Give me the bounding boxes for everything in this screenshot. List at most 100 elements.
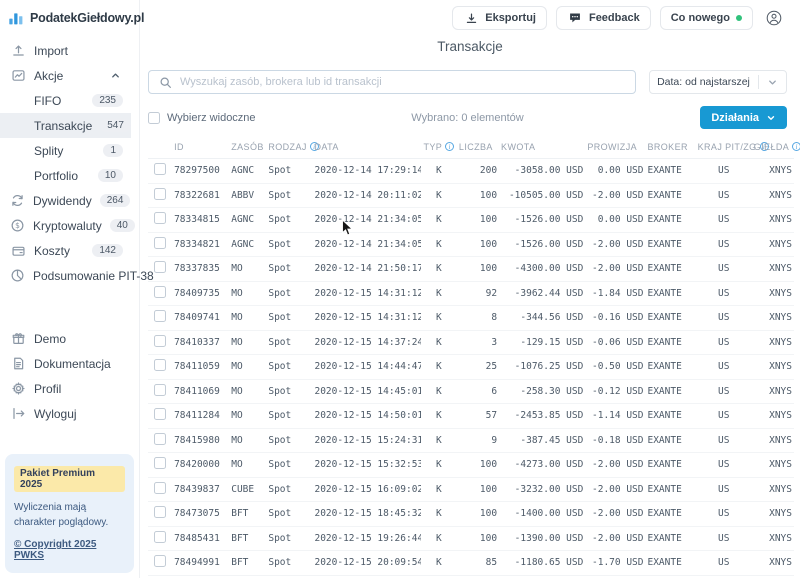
cell-liczba: 8 bbox=[457, 306, 499, 331]
sidebar-item-fifo[interactable]: FIFO235 bbox=[0, 88, 131, 113]
cell-gie-da: XNYS bbox=[752, 183, 794, 208]
sidebar-item-koszty[interactable]: Koszty142 bbox=[0, 238, 131, 263]
download-icon bbox=[463, 10, 479, 26]
copyright-link[interactable]: © Copyright 2025 PWKS bbox=[14, 539, 125, 561]
row-checkbox[interactable] bbox=[154, 506, 166, 518]
table-row: 78410337MOSpot2020-12-15 14:37:24K3-129.… bbox=[148, 330, 794, 355]
cell-gie-da: XNYS bbox=[752, 551, 794, 576]
row-checkbox-cell bbox=[148, 257, 172, 282]
cell-liczba: 25 bbox=[457, 355, 499, 380]
row-checkbox[interactable] bbox=[154, 286, 166, 298]
row-checkbox-cell bbox=[148, 330, 172, 355]
export-button[interactable]: Eksportuj bbox=[452, 6, 547, 30]
cell-broker: EXANTE bbox=[645, 208, 695, 233]
row-checkbox[interactable] bbox=[154, 482, 166, 494]
column-header-data[interactable]: DATA bbox=[312, 137, 420, 159]
costs-icon bbox=[10, 243, 26, 259]
cell-prowizja: -0.06 USD bbox=[585, 330, 645, 355]
column-header-zas-b[interactable]: ZASÓB bbox=[229, 137, 266, 159]
column-header-typ[interactable]: TYPi bbox=[421, 137, 457, 159]
cell-id: 78411069 bbox=[172, 379, 229, 404]
row-checkbox-cell bbox=[148, 183, 172, 208]
row-checkbox-cell bbox=[148, 453, 172, 478]
sidebar-item-portfolio[interactable]: Portfolio10 bbox=[0, 163, 131, 188]
sidebar-item-dokumentacja[interactable]: Dokumentacja bbox=[0, 351, 131, 376]
row-checkbox[interactable] bbox=[154, 163, 166, 175]
search-box bbox=[148, 70, 636, 94]
column-header-gie-da[interactable]: GIEŁDAi bbox=[752, 137, 794, 159]
info-icon[interactable]: i bbox=[792, 142, 800, 151]
row-checkbox[interactable] bbox=[154, 237, 166, 249]
document-icon bbox=[10, 356, 26, 372]
chevron-up-icon bbox=[107, 68, 123, 84]
sidebar-item-akcje[interactable]: Akcje bbox=[0, 63, 131, 88]
column-header-rodzaj[interactable]: RODZAJi bbox=[266, 137, 312, 159]
user-avatar-button[interactable] bbox=[762, 6, 786, 30]
cell-kraj-pit-zg: US bbox=[696, 330, 752, 355]
sidebar-item-splity[interactable]: Splity1 bbox=[0, 138, 131, 163]
sidebar-item-kryptowaluty[interactable]: $Kryptowaluty40 bbox=[0, 213, 131, 238]
column-header-kwota[interactable]: KWOTA bbox=[499, 137, 585, 159]
table-row: 78411284MOSpot2020-12-15 14:50:01K57-245… bbox=[148, 404, 794, 429]
row-checkbox[interactable] bbox=[154, 433, 166, 445]
cell-broker: EXANTE bbox=[645, 404, 695, 429]
info-icon[interactable]: i bbox=[445, 142, 454, 151]
sidebar-item-dywidendy[interactable]: Dywidendy264 bbox=[0, 188, 131, 213]
table-row: 78337835MOSpot2020-12-14 21:50:17K100-43… bbox=[148, 257, 794, 282]
cell-rodzaj: Spot bbox=[266, 502, 312, 527]
row-checkbox[interactable] bbox=[154, 212, 166, 224]
whats-new-button[interactable]: Co nowego bbox=[660, 6, 753, 30]
sidebar-item-profil[interactable]: Profil bbox=[0, 376, 131, 401]
app-logo[interactable]: PodatekGiełdowy.pl bbox=[0, 0, 139, 32]
cell-data: 2020-12-15 14:50:01 bbox=[312, 404, 420, 429]
table-row: 78415980MOSpot2020-12-15 15:24:31K9-387.… bbox=[148, 428, 794, 453]
sidebar-item-demo[interactable]: Demo bbox=[0, 326, 131, 351]
row-checkbox[interactable] bbox=[154, 408, 166, 420]
sidebar-item-label: Dywidendy bbox=[33, 194, 92, 208]
cell-broker: EXANTE bbox=[645, 477, 695, 502]
sidebar-footer-menu: DemoDokumentacjaProfilWyloguj bbox=[0, 326, 139, 426]
cell-kwota: -344.56 USD bbox=[499, 306, 585, 331]
cell-data: 2020-12-15 18:45:32 bbox=[312, 502, 420, 527]
column-header-id[interactable]: ID bbox=[172, 137, 229, 159]
cell-rodzaj: Spot bbox=[266, 526, 312, 551]
cell-liczba: 100 bbox=[457, 526, 499, 551]
row-checkbox[interactable] bbox=[154, 261, 166, 273]
sidebar-item-label: Akcje bbox=[34, 69, 63, 83]
row-checkbox[interactable] bbox=[154, 310, 166, 322]
row-checkbox[interactable] bbox=[154, 555, 166, 567]
column-header-broker[interactable]: BROKER bbox=[645, 137, 695, 159]
feedback-label: Feedback bbox=[589, 12, 640, 24]
search-input[interactable] bbox=[180, 76, 627, 88]
column-header-liczba[interactable]: LICZBA bbox=[457, 137, 499, 159]
row-checkbox[interactable] bbox=[154, 335, 166, 347]
cell-data: 2020-12-15 14:45:01 bbox=[312, 379, 420, 404]
cell-typ: K bbox=[421, 502, 457, 527]
cell-id: 78410337 bbox=[172, 330, 229, 355]
row-checkbox-cell bbox=[148, 281, 172, 306]
column-header-prowizja[interactable]: PROWIZJA bbox=[585, 137, 645, 159]
feedback-button[interactable]: Feedback bbox=[556, 6, 651, 30]
row-checkbox[interactable] bbox=[154, 384, 166, 396]
row-checkbox[interactable] bbox=[154, 457, 166, 469]
select-visible-checkbox[interactable] bbox=[148, 112, 160, 124]
cell-id: 78297500 bbox=[172, 159, 229, 184]
sidebar-item-import[interactable]: Import bbox=[0, 38, 131, 63]
cell-typ: K bbox=[421, 159, 457, 184]
cell-kraj-pit-zg: US bbox=[696, 453, 752, 478]
column-header-kraj-pit-zg[interactable]: KRAJ PIT/ZGi bbox=[696, 137, 752, 159]
premium-note: Wyliczenia mają charakter poglądowy. bbox=[14, 501, 125, 530]
row-checkbox[interactable] bbox=[154, 188, 166, 200]
cell-id: 78411284 bbox=[172, 404, 229, 429]
cell-data: 2020-12-15 19:26:44 bbox=[312, 526, 420, 551]
sidebar-item-podsumowanie-pit-38[interactable]: Podsumowanie PIT-38 bbox=[0, 263, 131, 288]
row-checkbox[interactable] bbox=[154, 359, 166, 371]
row-checkbox[interactable] bbox=[154, 531, 166, 543]
sidebar-item-wyloguj[interactable]: Wyloguj bbox=[0, 401, 131, 426]
sort-dropdown[interactable]: Data: od najstarszej bbox=[649, 70, 787, 94]
row-checkbox-cell bbox=[148, 477, 172, 502]
cell-zas-b: MO bbox=[229, 428, 266, 453]
cell-gie-da: XNYS bbox=[752, 477, 794, 502]
actions-button[interactable]: Działania bbox=[700, 106, 787, 129]
sidebar-item-transakcje[interactable]: Transakcje547 bbox=[0, 113, 131, 138]
